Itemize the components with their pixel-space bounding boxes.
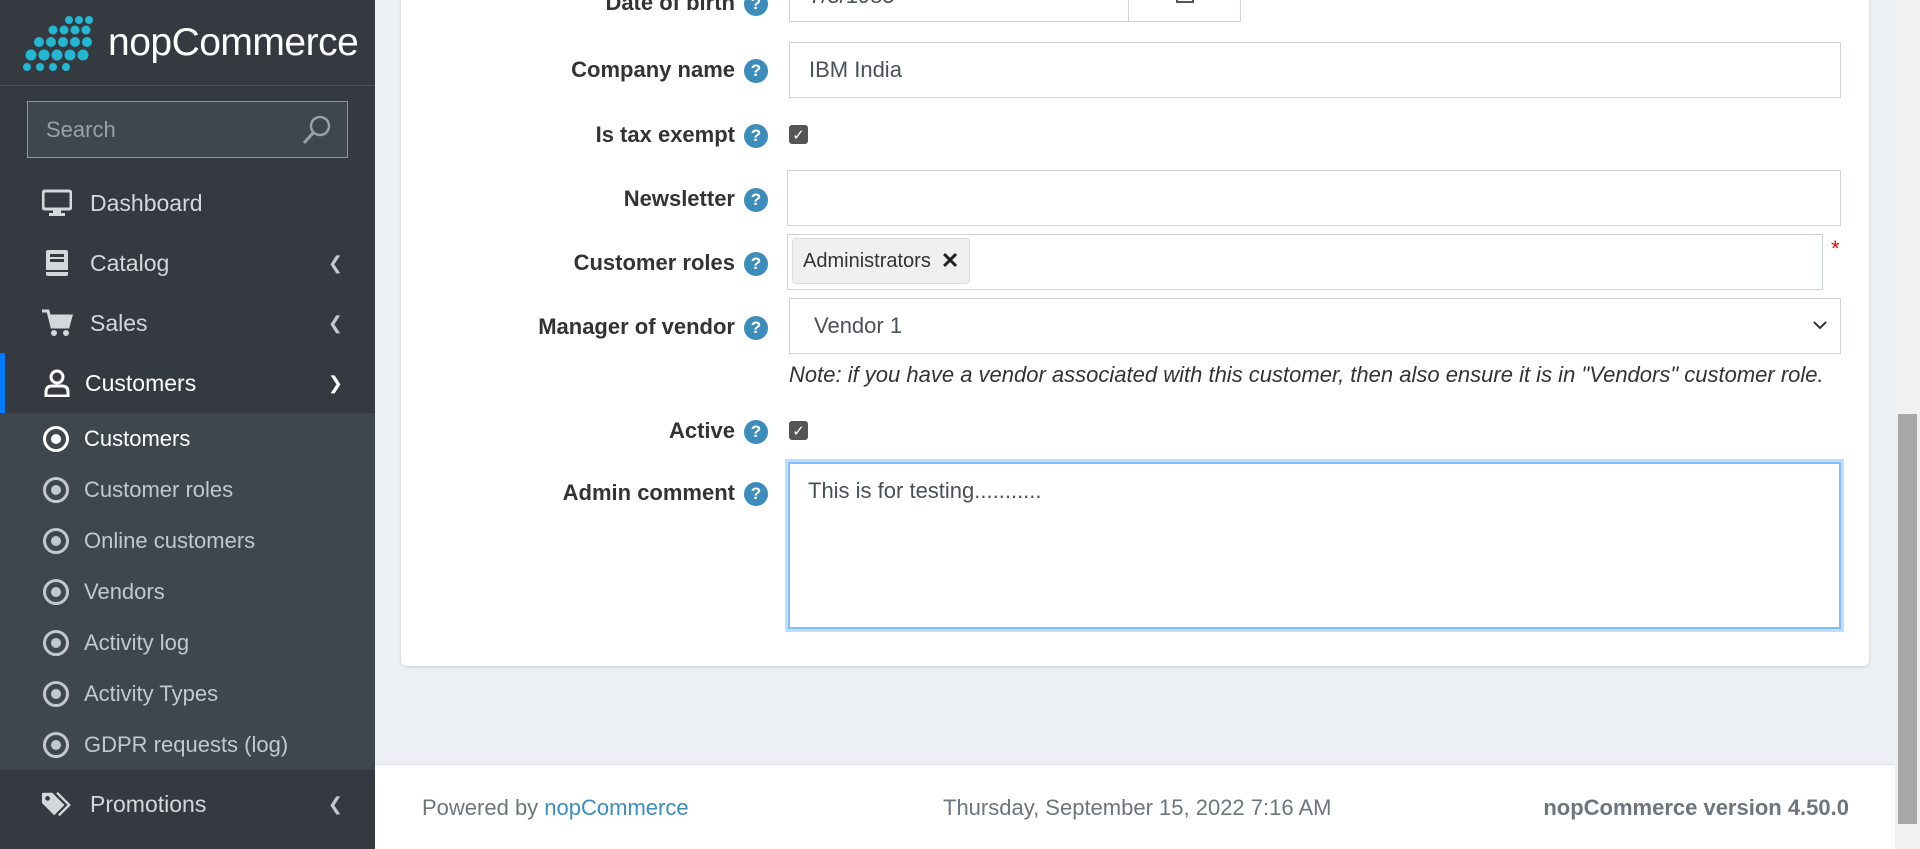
sidebar-item-label: Sales bbox=[90, 309, 148, 336]
sidebar-subitem-label: Online customers bbox=[84, 527, 256, 553]
sidebar-item-label: Promotions bbox=[90, 790, 207, 817]
sidebar-subitem-online-customers[interactable]: Online customers bbox=[0, 515, 375, 566]
sidebar-subitem-label: Customer roles bbox=[84, 476, 234, 502]
circle-dot-icon bbox=[43, 629, 69, 656]
chevron-left-icon: ❮ bbox=[327, 312, 343, 333]
chevron-down-icon: ❯ bbox=[327, 372, 343, 393]
sidebar-item-dashboard[interactable]: Dashboard bbox=[0, 173, 375, 233]
company-name-input[interactable]: IBM India bbox=[789, 42, 1841, 98]
powered-by-text: Powered by bbox=[422, 795, 545, 820]
customer-roles-multiselect[interactable]: Administrators ✕ bbox=[787, 234, 1823, 290]
vendor-select[interactable]: Vendor 1 bbox=[789, 298, 1841, 354]
sidebar-subitem-label: Vendors bbox=[84, 578, 165, 604]
calendar-button[interactable] bbox=[1128, 0, 1241, 22]
help-icon[interactable]: ? bbox=[744, 0, 768, 16]
role-tag: Administrators ✕ bbox=[792, 238, 971, 284]
sidebar-item-catalog[interactable]: Catalog ❮ bbox=[0, 233, 375, 293]
sidebar-subitem-customer-roles[interactable]: Customer roles bbox=[0, 464, 375, 515]
sidebar-nav: Dashboard Catalog ❮ Sales ❮ Customers ❯ bbox=[0, 173, 375, 834]
circle-dot-icon bbox=[43, 731, 69, 758]
footer-datetime: Thursday, September 15, 2022 7:16 AM bbox=[943, 795, 1332, 820]
help-icon[interactable]: ? bbox=[744, 420, 768, 444]
chevron-down-icon bbox=[1812, 313, 1828, 339]
active-checkbox[interactable]: ✓ bbox=[789, 421, 808, 440]
vendor-note: Note: if you have a vendor associated wi… bbox=[789, 362, 1824, 387]
newsletter-label: Newsletter bbox=[623, 186, 735, 211]
powered-by: Powered by nopCommerce bbox=[422, 795, 689, 821]
sidebar-item-promotions[interactable]: Promotions ❮ bbox=[0, 774, 375, 834]
customer-roles-label: Customer roles bbox=[573, 250, 735, 275]
dob-input[interactable]: 7/5/1985 bbox=[789, 0, 1129, 22]
sidebar-subitem-label: Activity Types bbox=[84, 680, 219, 706]
customer-info-card: Date of birth ? 7/5/1985 Company name ? … bbox=[401, 0, 1869, 666]
tax-exempt-checkbox[interactable]: ✓ bbox=[789, 125, 808, 144]
remove-tag-icon[interactable]: ✕ bbox=[941, 248, 959, 274]
sidebar-item-sales[interactable]: Sales ❮ bbox=[0, 293, 375, 353]
sidebar-subitem-activity-types[interactable]: Activity Types bbox=[0, 668, 375, 719]
admin-comment-label: Admin comment bbox=[562, 480, 735, 505]
role-tag-label: Administrators bbox=[803, 249, 931, 272]
sidebar-subitem-vendors[interactable]: Vendors bbox=[0, 566, 375, 617]
sidebar-item-customers[interactable]: Customers ❯ bbox=[0, 353, 375, 413]
circle-dot-icon bbox=[43, 425, 69, 452]
sidebar-subitem-label: Customers bbox=[84, 425, 191, 451]
tags-icon bbox=[41, 788, 73, 820]
chevron-left-icon: ❮ bbox=[327, 252, 343, 273]
help-icon[interactable]: ? bbox=[744, 124, 768, 148]
search-input[interactable] bbox=[28, 116, 298, 143]
company-name-value: IBM India bbox=[809, 57, 902, 82]
nopcommerce-link[interactable]: nopCommerce bbox=[544, 795, 688, 820]
sidebar-subitem-label: Activity log bbox=[84, 629, 190, 655]
help-icon[interactable]: ? bbox=[744, 252, 768, 276]
book-icon bbox=[41, 247, 73, 279]
sidebar: nopCommerce Dashboard Catalog ❮ Sales ❮ bbox=[0, 0, 375, 849]
scrollbar-thumb[interactable] bbox=[1898, 414, 1917, 824]
sidebar-item-label: Dashboard bbox=[90, 189, 203, 216]
nopcommerce-logo-icon bbox=[23, 15, 93, 71]
help-icon[interactable]: ? bbox=[744, 482, 768, 506]
sidebar-item-label: Catalog bbox=[90, 249, 170, 276]
sidebar-subitem-customers[interactable]: Customers bbox=[0, 413, 375, 464]
vendor-select-value: Vendor 1 bbox=[814, 313, 903, 338]
dob-value: 7/5/1985 bbox=[809, 0, 895, 9]
sidebar-subitem-label: GDPR requests (log) bbox=[84, 731, 289, 757]
manager-of-vendor-label: Manager of vendor bbox=[538, 314, 735, 339]
circle-dot-icon bbox=[43, 476, 69, 503]
circle-dot-icon bbox=[43, 578, 69, 605]
customers-subnav: Customers Customer roles Online customer… bbox=[0, 413, 375, 770]
sidebar-subitem-gdpr-requests[interactable]: GDPR requests (log) bbox=[0, 719, 375, 770]
sidebar-search bbox=[27, 101, 348, 158]
chevron-left-icon: ❮ bbox=[327, 793, 343, 814]
search-icon[interactable] bbox=[301, 114, 333, 151]
calendar-icon bbox=[1175, 0, 1194, 9]
user-icon bbox=[41, 367, 73, 399]
sidebar-item-label: Customers bbox=[85, 369, 197, 396]
help-icon[interactable]: ? bbox=[744, 316, 768, 340]
brand-name: nopCommerce bbox=[108, 20, 359, 64]
page-scrollbar[interactable] bbox=[1895, 0, 1920, 849]
newsletter-field[interactable] bbox=[787, 170, 1841, 226]
footer-version: nopCommerce version 4.50.0 bbox=[1543, 795, 1849, 820]
cart-icon bbox=[41, 307, 73, 339]
help-icon[interactable]: ? bbox=[744, 188, 768, 212]
brand-logo[interactable]: nopCommerce bbox=[0, 0, 375, 86]
page-footer: Powered by nopCommerce Thursday, Septemb… bbox=[375, 764, 1895, 849]
circle-dot-icon bbox=[43, 680, 69, 707]
sidebar-subitem-activity-log[interactable]: Activity log bbox=[0, 617, 375, 668]
active-label: Active bbox=[668, 418, 735, 443]
circle-dot-icon bbox=[43, 527, 69, 554]
required-marker: * bbox=[1831, 236, 1840, 261]
dob-label: Date of birth bbox=[605, 0, 735, 15]
tax-exempt-label: Is tax exempt bbox=[595, 122, 735, 147]
monitor-icon bbox=[41, 187, 73, 219]
help-icon[interactable]: ? bbox=[744, 59, 768, 83]
company-name-label: Company name bbox=[571, 57, 735, 82]
admin-comment-textarea[interactable]: This is for testing........... bbox=[788, 462, 1841, 629]
